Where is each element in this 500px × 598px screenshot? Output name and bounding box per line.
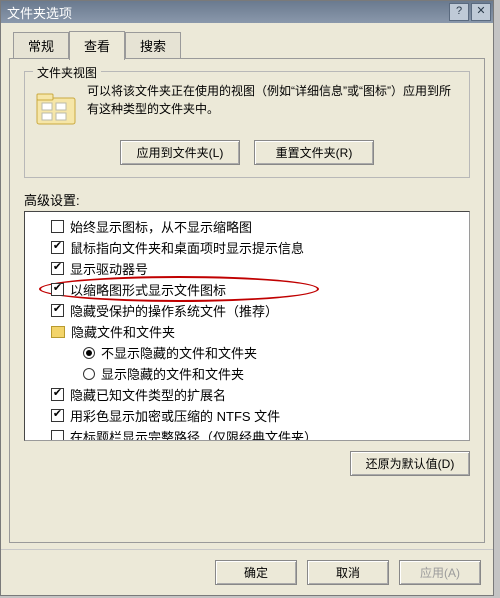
tree-item-label: 以缩略图形式显示文件图标: [70, 280, 226, 299]
tree-item[interactable]: 以缩略图形式显示文件图标: [27, 279, 467, 300]
tab-general[interactable]: 常规: [13, 32, 69, 61]
checkbox-icon[interactable]: [51, 283, 64, 296]
advanced-settings-label: 高级设置:: [24, 190, 470, 209]
close-button[interactable]: ✕: [471, 3, 491, 21]
ok-button[interactable]: 确定: [215, 560, 297, 585]
tree-item-label: 隐藏文件和文件夹: [71, 322, 175, 341]
apply-button[interactable]: 应用(A): [399, 560, 481, 585]
tree-item[interactable]: 始终显示图标，从不显示缩略图: [27, 216, 467, 237]
tree-item-label: 在标题栏显示完整路径（仅限经典文件夹）: [70, 427, 317, 441]
tree-item-label: 不显示隐藏的文件和文件夹: [101, 343, 257, 362]
checkbox-icon[interactable]: [51, 409, 64, 422]
folder-options-dialog: 文件夹选项 ? ✕ 常规 查看 搜索 文件夹视图 可以将该文件夹正在使用的视图（…: [0, 0, 494, 596]
tree-item[interactable]: 显示隐藏的文件和文件夹: [27, 363, 467, 384]
tree-item[interactable]: 在标题栏显示完整路径（仅限经典文件夹）: [27, 426, 467, 441]
apply-to-folders-button[interactable]: 应用到文件夹(L): [120, 140, 240, 165]
cancel-button[interactable]: 取消: [307, 560, 389, 585]
tree-item-label: 用彩色显示加密或压缩的 NTFS 文件: [70, 406, 280, 425]
tree-item[interactable]: 鼠标指向文件夹和桌面项时显示提示信息: [27, 237, 467, 258]
checkbox-icon[interactable]: [51, 241, 64, 254]
checkbox-icon[interactable]: [51, 220, 64, 233]
checkbox-icon[interactable]: [51, 304, 64, 317]
title-bar: 文件夹选项 ? ✕: [1, 1, 493, 23]
folder-view-group: 文件夹视图 可以将该文件夹正在使用的视图（例如“详细信息”或“图标”）应用到所有…: [24, 71, 470, 178]
tree-item[interactable]: 隐藏受保护的操作系统文件（推荐）: [27, 300, 467, 321]
help-button[interactable]: ?: [449, 3, 469, 21]
tree-item[interactable]: 用彩色显示加密或压缩的 NTFS 文件: [27, 405, 467, 426]
tree-item-label: 隐藏已知文件类型的扩展名: [70, 385, 226, 404]
dialog-button-bar: 确定 取消 应用(A): [1, 549, 493, 595]
tab-content: 文件夹视图 可以将该文件夹正在使用的视图（例如“详细信息”或“图标”）应用到所有…: [9, 58, 485, 543]
tree-item-label: 鼠标指向文件夹和桌面项时显示提示信息: [70, 238, 304, 257]
tab-strip: 常规 查看 搜索: [1, 23, 493, 58]
radio-icon[interactable]: [83, 368, 95, 380]
restore-defaults-button[interactable]: 还原为默认值(D): [350, 451, 470, 476]
checkbox-icon[interactable]: [51, 388, 64, 401]
folder-view-group-label: 文件夹视图: [33, 64, 101, 81]
folder-view-description: 可以将该文件夹正在使用的视图（例如“详细信息”或“图标”）应用到所有这种类型的文…: [87, 82, 459, 118]
tab-view[interactable]: 查看: [69, 31, 125, 60]
tree-item-label: 隐藏受保护的操作系统文件（推荐）: [70, 301, 278, 320]
folder-view-icon: [35, 88, 77, 130]
checkbox-icon[interactable]: [51, 430, 64, 441]
window-title: 文件夹选项: [7, 3, 447, 22]
tree-item[interactable]: 显示驱动器号: [27, 258, 467, 279]
tree-item[interactable]: 隐藏已知文件类型的扩展名: [27, 384, 467, 405]
advanced-settings-tree[interactable]: 始终显示图标，从不显示缩略图鼠标指向文件夹和桌面项时显示提示信息显示驱动器号以缩…: [24, 211, 470, 441]
folder-icon: [51, 326, 65, 338]
tree-item[interactable]: 隐藏文件和文件夹: [27, 321, 467, 342]
titlebar-buttons: ? ✕: [447, 3, 491, 21]
tree-item[interactable]: 不显示隐藏的文件和文件夹: [27, 342, 467, 363]
tree-item-label: 始终显示图标，从不显示缩略图: [70, 217, 252, 236]
radio-icon[interactable]: [83, 347, 95, 359]
tree-item-label: 显示隐藏的文件和文件夹: [101, 364, 244, 383]
checkbox-icon[interactable]: [51, 262, 64, 275]
tab-search[interactable]: 搜索: [125, 32, 181, 61]
tree-item-label: 显示驱动器号: [70, 259, 148, 278]
reset-folders-button[interactable]: 重置文件夹(R): [254, 140, 374, 165]
